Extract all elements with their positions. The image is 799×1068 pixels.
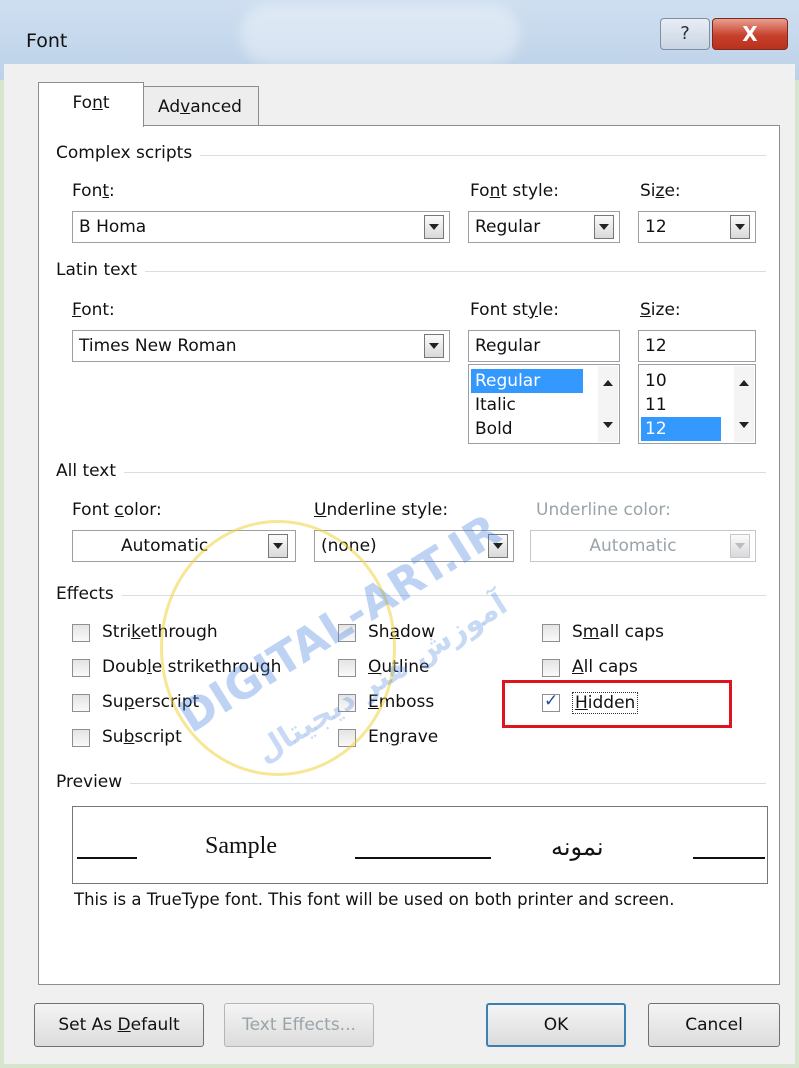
strikethrough-label[interactable]: Strikethrough xyxy=(102,622,218,642)
section-latin-text: Latin text xyxy=(56,260,146,280)
font-info-text: This is a TrueType font. This font will … xyxy=(74,890,675,909)
font-color-dropdown[interactable] xyxy=(268,534,288,558)
all-caps-checkbox[interactable] xyxy=(542,659,560,677)
complex-size-dropdown[interactable] xyxy=(730,215,750,239)
shadow-label[interactable]: Shadow xyxy=(368,622,435,642)
underline-style-select[interactable]: (none) xyxy=(314,530,514,562)
divider xyxy=(60,271,766,272)
preview-latin-sample: Sample xyxy=(205,833,277,859)
preview-underline xyxy=(77,857,137,859)
outline-checkbox[interactable] xyxy=(338,659,356,677)
latin-size-input[interactable]: 12 xyxy=(638,330,756,362)
strikethrough-checkbox[interactable] xyxy=(72,624,90,642)
double-strikethrough-checkbox[interactable] xyxy=(72,659,90,677)
scrollbar[interactable] xyxy=(598,366,618,442)
scroll-down-icon xyxy=(739,422,749,428)
scroll-up-icon xyxy=(739,380,749,386)
help-button[interactable]: ? xyxy=(660,18,710,50)
complex-style-dropdown[interactable] xyxy=(594,215,614,239)
list-item[interactable]: Italic xyxy=(471,393,583,417)
complex-style-label: Font style: xyxy=(470,181,559,201)
double-strikethrough-label[interactable]: Double strikethrough xyxy=(102,657,281,677)
latin-style-label: Font style: xyxy=(470,300,559,320)
underline-color-dropdown xyxy=(730,534,750,558)
chevron-down-icon xyxy=(599,224,609,230)
close-button[interactable]: X xyxy=(712,18,788,50)
latin-font-select[interactable]: Times New Roman xyxy=(72,330,450,362)
text-effects-button: Text Effects... xyxy=(224,1003,374,1047)
latin-style-list[interactable]: Regular Italic Bold xyxy=(468,364,620,444)
section-preview: Preview xyxy=(56,772,131,792)
underline-style-dropdown[interactable] xyxy=(488,534,508,558)
list-item[interactable]: 12 xyxy=(641,417,721,441)
divider xyxy=(60,472,766,473)
all-caps-label[interactable]: All caps xyxy=(572,657,638,677)
set-as-default-button[interactable]: Set As Default xyxy=(34,1003,204,1047)
list-item[interactable]: 10 xyxy=(641,369,721,393)
emboss-checkbox[interactable] xyxy=(338,694,356,712)
divider xyxy=(60,595,766,596)
emboss-label[interactable]: Emboss xyxy=(368,692,434,712)
scrollbar[interactable] xyxy=(734,366,754,442)
tab-font[interactable]: Font xyxy=(38,82,144,127)
list-item[interactable]: 11 xyxy=(641,393,721,417)
scroll-up-icon xyxy=(603,380,613,386)
chevron-down-icon xyxy=(273,543,283,549)
small-caps-checkbox[interactable] xyxy=(542,624,560,642)
engrave-label[interactable]: Engrave xyxy=(368,727,438,747)
font-color-select[interactable]: Automatic xyxy=(72,530,296,562)
complex-font-select[interactable]: B Homa xyxy=(72,211,450,243)
preview-box: Sample نمونه xyxy=(72,806,768,884)
latin-font-label: Font: xyxy=(72,300,115,320)
ok-button[interactable]: OK xyxy=(486,1003,626,1047)
window-title: Font xyxy=(26,30,68,52)
subscript-checkbox[interactable] xyxy=(72,729,90,747)
list-item[interactable]: Regular xyxy=(471,369,583,393)
help-icon: ? xyxy=(680,23,690,44)
underline-color-select: Automatic xyxy=(530,530,756,562)
shadow-checkbox[interactable] xyxy=(338,624,356,642)
preview-underline xyxy=(693,857,765,859)
small-caps-label[interactable]: Small caps xyxy=(572,622,664,642)
title-bar-glow xyxy=(240,4,520,64)
latin-style-input[interactable]: Regular xyxy=(468,330,620,362)
section-all-text: All text xyxy=(56,461,125,481)
chevron-down-icon xyxy=(735,543,745,549)
scroll-down-icon xyxy=(603,422,613,428)
preview-underline xyxy=(355,857,491,859)
preview-complex-sample: نمونه xyxy=(551,835,604,861)
list-item[interactable]: Bold xyxy=(471,417,583,441)
latin-size-label: Size: xyxy=(640,300,681,320)
outline-label[interactable]: Outline xyxy=(368,657,430,677)
latin-font-dropdown[interactable] xyxy=(424,334,444,358)
section-complex-scripts: Complex scripts xyxy=(56,143,201,163)
underline-style-label: Underline style: xyxy=(314,500,449,520)
tab-advanced[interactable]: Advanced xyxy=(141,86,259,128)
subscript-label[interactable]: Subscript xyxy=(102,727,182,747)
font-color-label: Font color: xyxy=(72,500,162,520)
highlight-box xyxy=(502,680,732,728)
engrave-checkbox[interactable] xyxy=(338,729,356,747)
superscript-checkbox[interactable] xyxy=(72,694,90,712)
chevron-down-icon xyxy=(735,224,745,230)
underline-color-label: Underline color: xyxy=(536,500,671,520)
chevron-down-icon xyxy=(429,343,439,349)
latin-size-list[interactable]: 10 11 12 xyxy=(638,364,756,444)
cancel-button[interactable]: Cancel xyxy=(648,1003,780,1047)
section-effects: Effects xyxy=(56,584,122,604)
complex-size-label: Size: xyxy=(640,181,681,201)
superscript-label[interactable]: Superscript xyxy=(102,692,199,712)
chevron-down-icon xyxy=(493,543,503,549)
close-icon: X xyxy=(742,22,758,46)
complex-font-label: Font: xyxy=(72,181,115,201)
chevron-down-icon xyxy=(429,224,439,230)
divider xyxy=(60,783,766,784)
complex-font-dropdown[interactable] xyxy=(424,215,444,239)
